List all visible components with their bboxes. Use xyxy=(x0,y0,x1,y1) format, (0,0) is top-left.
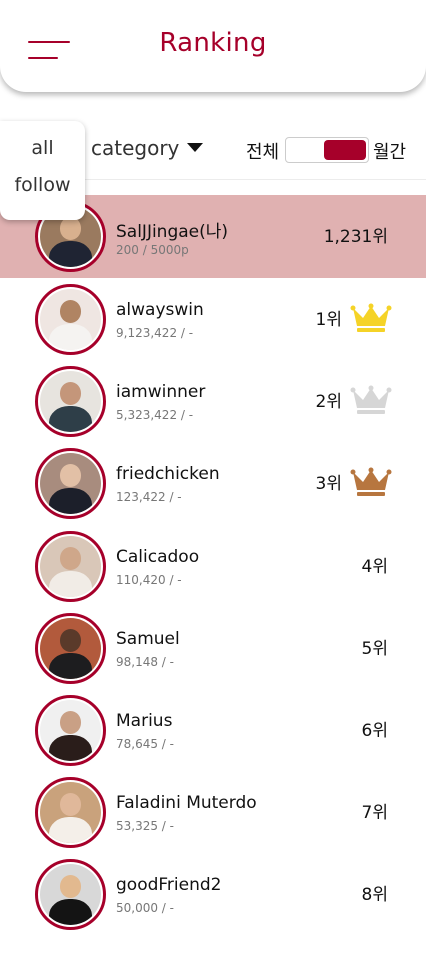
caret-down-icon xyxy=(187,143,204,152)
ranking-row[interactable]: friedchicken 123,422 / - 3위 xyxy=(0,442,426,525)
avatar xyxy=(35,613,106,684)
user-rank: 4위 xyxy=(361,557,388,577)
toggle-label-monthly: 월간 xyxy=(373,142,407,163)
user-name: SalJJingae(나) xyxy=(116,222,229,242)
user-name: goodFriend2 xyxy=(116,875,222,895)
user-name: iamwinner xyxy=(116,382,206,402)
user-score: 78,645 / - xyxy=(116,737,174,751)
bronze-crown-icon xyxy=(350,467,392,496)
user-score: 98,148 / - xyxy=(116,655,174,669)
user-rank: 1,231위 xyxy=(323,227,388,247)
ranking-row[interactable]: Calicadoo 110,420 / - 4위 xyxy=(0,525,426,608)
category-label: category xyxy=(91,136,180,160)
avatar xyxy=(35,777,106,848)
user-name: alwayswin xyxy=(116,300,204,320)
app-header: Ranking xyxy=(0,0,426,92)
period-toggle[interactable] xyxy=(285,137,369,163)
user-name: Samuel xyxy=(116,629,180,649)
toggle-knob xyxy=(324,140,366,160)
user-rank: 5위 xyxy=(361,639,388,659)
avatar xyxy=(35,859,106,930)
avatar xyxy=(35,695,106,766)
avatar xyxy=(35,284,106,355)
dropdown-option-follow[interactable]: follow xyxy=(0,174,85,196)
avatar xyxy=(35,531,106,602)
user-score: 200 / 5000p xyxy=(116,243,189,257)
user-name: Faladini Muterdo xyxy=(116,793,257,813)
user-score: 53,325 / - xyxy=(116,819,174,833)
user-rank: 3위 xyxy=(315,474,342,494)
category-dropdown-menu: all follow xyxy=(0,121,85,220)
user-score: 5,323,422 / - xyxy=(116,408,194,422)
user-rank: 8위 xyxy=(361,885,388,905)
user-score: 110,420 / - xyxy=(116,573,182,587)
user-rank: 1위 xyxy=(315,310,342,330)
user-rank: 7위 xyxy=(361,803,388,823)
user-name: Marius xyxy=(116,711,173,731)
user-score: 50,000 / - xyxy=(116,901,174,915)
silver-crown-icon xyxy=(350,385,392,414)
page-title: Ranking xyxy=(159,28,267,58)
toggle-label-all: 전체 xyxy=(246,142,280,163)
ranking-row[interactable]: Marius 78,645 / - 6위 xyxy=(0,689,426,772)
dropdown-option-all[interactable]: all xyxy=(0,137,85,159)
user-rank: 2위 xyxy=(315,392,342,412)
ranking-row[interactable]: alwayswin 9,123,422 / - 1위 xyxy=(0,278,426,361)
user-name: Calicadoo xyxy=(116,547,200,567)
ranking-row[interactable]: Samuel 98,148 / - 5위 xyxy=(0,607,426,690)
user-score: 9,123,422 / - xyxy=(116,326,194,340)
user-rank: 6위 xyxy=(361,721,388,741)
category-dropdown-button[interactable]: category xyxy=(91,136,204,160)
gold-crown-icon xyxy=(350,303,392,332)
user-name: friedchicken xyxy=(116,464,220,484)
user-score: 123,422 / - xyxy=(116,490,182,504)
avatar xyxy=(35,366,106,437)
ranking-row[interactable]: Faladini Muterdo 53,325 / - 7위 xyxy=(0,771,426,854)
ranking-row[interactable]: goodFriend2 50,000 / - 8위 xyxy=(0,853,426,936)
ranking-row[interactable]: iamwinner 5,323,422 / - 2위 xyxy=(0,360,426,443)
avatar xyxy=(35,448,106,519)
